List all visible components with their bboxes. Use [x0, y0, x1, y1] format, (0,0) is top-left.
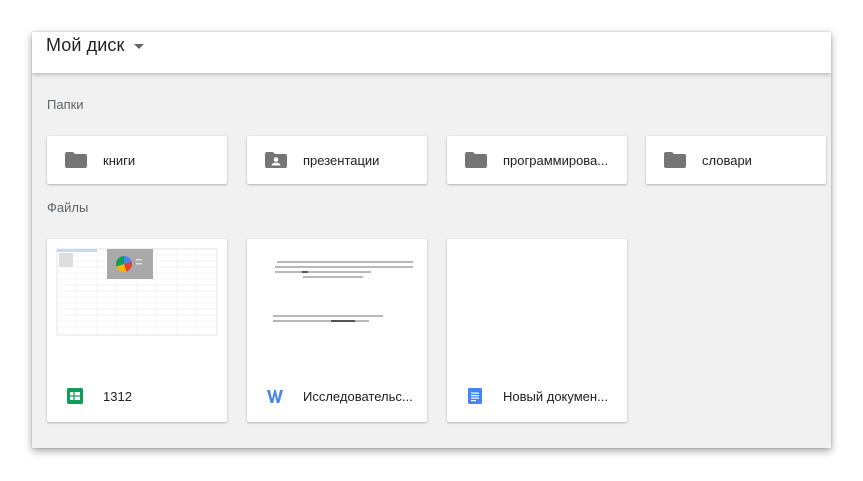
folder-card-prezentatsii[interactable]: презентации: [247, 136, 427, 184]
file-thumbnail: [47, 239, 227, 371]
page-title: Мой диск: [46, 35, 125, 55]
folder-card-slovari[interactable]: словари: [646, 136, 826, 184]
folder-icon: [465, 152, 487, 168]
files-section-label: Файлы: [47, 200, 89, 215]
text-line: [275, 266, 413, 268]
folder-name: книги: [103, 153, 136, 168]
file-footer: Новый докумен...: [447, 377, 627, 419]
folders-section-label: Папки: [47, 97, 84, 112]
folder-name: презентации: [303, 153, 380, 168]
sheets-icon: [67, 388, 83, 404]
file-name: Исследовательс...: [303, 389, 413, 404]
file-footer: Исследовательс...: [247, 377, 427, 419]
file-footer: 1312: [47, 377, 227, 419]
docs-icon: [468, 388, 482, 404]
text-line: [302, 271, 308, 273]
folder-icon: [664, 152, 686, 168]
folder-card-programmirovanie[interactable]: программирова...: [447, 136, 627, 184]
folder-card-knigi[interactable]: книги: [47, 136, 227, 184]
folder-name: программирова...: [503, 153, 609, 168]
folder-name: словари: [702, 153, 752, 168]
shared-folder-icon: [265, 152, 287, 168]
file-card-issledovatelskaya[interactable]: Исследовательс...: [247, 239, 427, 422]
word-icon: [267, 390, 283, 403]
spreadsheet-preview: [56, 248, 218, 336]
caret-down-icon: [133, 44, 144, 49]
file-name: 1312: [103, 389, 132, 404]
folder-icon: [65, 152, 87, 168]
text-line: [273, 315, 383, 317]
text-line: [275, 271, 371, 273]
my-drive-menu[interactable]: Мой диск: [46, 35, 144, 56]
file-thumbnail: [247, 239, 427, 371]
text-line: [331, 320, 355, 322]
text-line: [303, 276, 363, 278]
file-thumbnail: [447, 239, 627, 371]
text-line: [277, 261, 413, 263]
file-card-novyi-dokument[interactable]: Новый докумен...: [447, 239, 627, 422]
header-bar: Мой диск: [32, 32, 831, 73]
file-name: Новый докумен...: [503, 389, 608, 404]
drive-window: Мой диск Папки книги презентации програм…: [32, 32, 831, 448]
file-card-1312[interactable]: 1312: [47, 239, 227, 422]
